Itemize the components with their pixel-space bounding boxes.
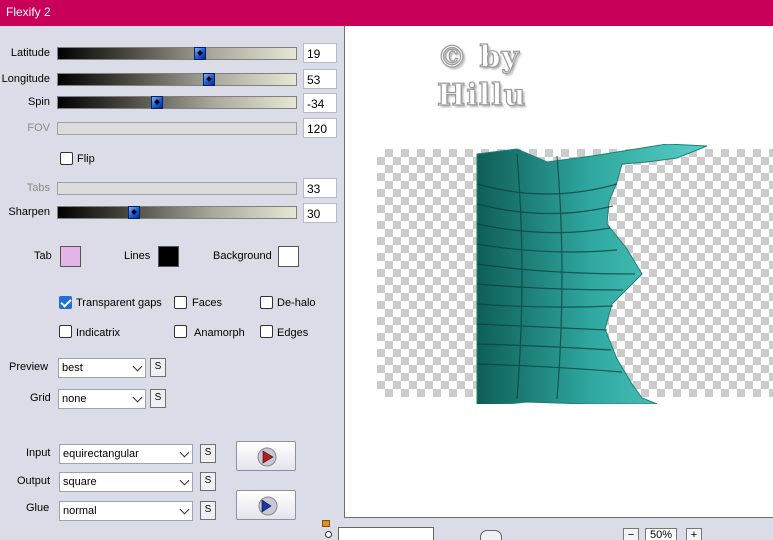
slider-thumb[interactable] [128, 206, 140, 219]
indicatrix-label: Indicatrix [76, 327, 121, 339]
preview-s-button[interactable]: S [150, 358, 166, 377]
faces-label: Faces [192, 297, 222, 309]
zoom-level: 50% [645, 528, 677, 540]
chevron-down-icon [132, 392, 143, 403]
output-label: Output [17, 475, 51, 487]
anamorph-label: Anamorph [194, 327, 245, 339]
slider-thumb[interactable] [151, 96, 163, 109]
transparent-gaps-label: Transparent gaps [76, 297, 162, 309]
fov-label: FOV [27, 122, 50, 134]
zoom-in-button[interactable]: + [686, 528, 702, 540]
input-s-button[interactable]: S [200, 444, 216, 463]
tabs-label: Tabs [26, 182, 50, 194]
faces-checkbox[interactable] [174, 296, 187, 309]
play-forward-button[interactable] [236, 441, 296, 471]
disc-play-icon [258, 496, 278, 516]
spin-field[interactable]: -34 [303, 93, 337, 113]
hand-tool-icon[interactable] [480, 530, 502, 540]
glue-value: normal [63, 505, 97, 517]
chevron-down-icon [132, 361, 143, 372]
output-s-button[interactable]: S [200, 472, 216, 491]
spin-label: Spin [27, 96, 50, 108]
watermark-line-1: © by [436, 39, 520, 75]
transparent-gaps-checkbox[interactable] [59, 296, 72, 309]
slider-thumb[interactable] [194, 47, 206, 60]
latitude-label: Latitude [10, 47, 50, 59]
radio-icon[interactable] [325, 531, 332, 538]
preview-value: best [62, 362, 83, 374]
edges-checkbox[interactable] [260, 325, 273, 338]
grid-label: Grid [30, 392, 51, 404]
longitude-slider[interactable] [57, 73, 297, 86]
flip-checkbox[interactable] [60, 152, 73, 165]
status-field [338, 527, 434, 540]
play-back-button[interactable] [236, 490, 296, 520]
grid-value: none [62, 393, 87, 405]
window-title: Flexify 2 [6, 5, 51, 19]
title-bar: Flexify 2 [0, 0, 773, 26]
tabs-field: 33 [303, 178, 337, 198]
background-color-label: Background [213, 250, 272, 262]
grid-s-button[interactable]: S [150, 389, 166, 408]
grid-select[interactable]: none [58, 389, 146, 409]
latitude-field[interactable]: 19 [303, 43, 337, 63]
spin-slider[interactable] [57, 96, 297, 109]
glue-label: Glue [26, 502, 50, 514]
tabs-slider [57, 182, 297, 195]
lines-color-swatch[interactable] [158, 246, 179, 267]
tab-color-label: Tab [34, 250, 52, 262]
tab-color-swatch[interactable] [60, 246, 81, 267]
output-value: square [63, 476, 97, 488]
chevron-down-icon [179, 447, 190, 458]
watermark-line-2: Hillu [436, 77, 527, 113]
glue-s-button[interactable]: S [200, 501, 216, 520]
lines-color-label: Lines [124, 250, 151, 262]
edges-label: Edges [277, 327, 309, 339]
input-label: Input [26, 447, 51, 459]
flexified-image [476, 144, 708, 404]
sharpen-label: Sharpen [8, 206, 50, 218]
chevron-down-icon [179, 475, 190, 486]
flip-label: Flip [77, 153, 95, 165]
de-halo-label: De-halo [277, 297, 316, 309]
glue-select[interactable]: normal [59, 501, 193, 521]
play-icon [257, 447, 277, 467]
color-indicator-icon [322, 520, 330, 527]
settings-panel: Latitude 19 Longitude 53 Spin -34 FOV 12… [0, 26, 344, 540]
longitude-label: Longitude [1, 73, 50, 85]
output-select[interactable]: square [59, 472, 193, 492]
indicatrix-checkbox[interactable] [59, 325, 72, 338]
de-halo-checkbox[interactable] [260, 296, 273, 309]
longitude-field[interactable]: 53 [303, 69, 337, 89]
zoom-out-button[interactable]: − [623, 528, 639, 540]
background-color-swatch[interactable] [278, 246, 299, 267]
sharpen-slider[interactable] [57, 206, 297, 219]
sharpen-field[interactable]: 30 [303, 203, 337, 223]
fov-slider [57, 122, 297, 135]
slider-thumb[interactable] [203, 73, 215, 86]
input-value: equirectangular [63, 448, 139, 460]
latitude-slider[interactable] [57, 47, 297, 60]
input-select[interactable]: equirectangular [59, 444, 193, 464]
preview-canvas[interactable]: © by Hillu [344, 26, 773, 518]
anamorph-checkbox[interactable] [174, 325, 187, 338]
bottom-bar: − 50% + [320, 518, 773, 540]
preview-label: Preview [9, 361, 49, 373]
chevron-down-icon [179, 504, 190, 515]
fov-field: 120 [303, 118, 337, 138]
preview-select[interactable]: best [58, 358, 146, 378]
